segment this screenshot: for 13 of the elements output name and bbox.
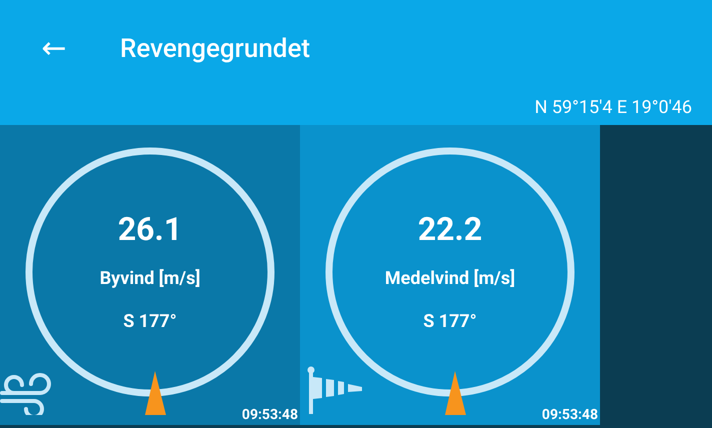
- wind-label: Medelvind [m/s]: [384, 268, 516, 289]
- coordinates-text: N 59°15'4 E 19°0'46: [534, 97, 692, 119]
- wind-label: Byvind [m/s]: [100, 268, 200, 289]
- timestamp: 09:53:48: [242, 407, 298, 423]
- station-title: Revengegrundet: [120, 34, 310, 64]
- direction-pointer: [145, 371, 166, 415]
- wind-value: 22.2: [418, 210, 482, 248]
- timestamp: 09:53:48: [542, 407, 598, 423]
- wind-direction: S 177°: [423, 311, 477, 332]
- wind-direction: S 177°: [123, 311, 177, 332]
- wind-value: 26.1: [118, 210, 182, 248]
- direction-pointer: [445, 371, 466, 415]
- back-button[interactable]: ←: [38, 34, 70, 64]
